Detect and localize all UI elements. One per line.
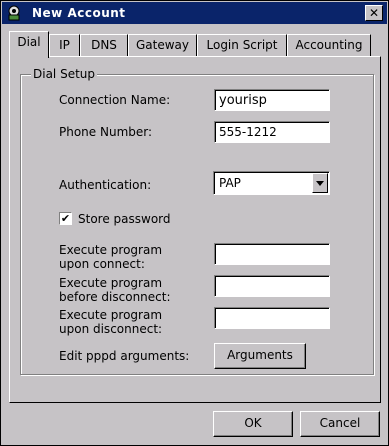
- pppd-arguments-label: Edit pppd arguments:: [59, 349, 190, 363]
- tab-label: DNS: [91, 38, 117, 52]
- close-button[interactable]: ✕: [365, 5, 383, 21]
- connection-name-field[interactable]: yourisp: [214, 89, 330, 111]
- tab-label: IP: [59, 38, 70, 52]
- phone-number-field[interactable]: 555-1212: [214, 121, 330, 143]
- button-label: OK: [244, 416, 262, 430]
- tab-label: Accounting: [295, 38, 363, 52]
- ok-button[interactable]: OK: [213, 411, 293, 437]
- connection-name-label: Connection Name:: [59, 93, 171, 107]
- exec-disconnect-field[interactable]: [214, 307, 330, 329]
- check-icon: ✔: [60, 212, 71, 225]
- button-label: Arguments: [227, 348, 293, 362]
- tab-label: Gateway: [135, 38, 189, 52]
- tab-label: Dial: [17, 35, 41, 49]
- select-value: PAP: [219, 176, 241, 190]
- exec-before-disconnect-field[interactable]: [214, 275, 330, 297]
- tab-dns[interactable]: DNS: [80, 34, 128, 56]
- authentication-select[interactable]: PAP: [213, 171, 330, 195]
- tab-ip[interactable]: IP: [49, 34, 80, 56]
- tab-label: Login Script: [206, 38, 278, 52]
- phone-number-label: Phone Number:: [59, 125, 153, 139]
- window-title: New Account: [32, 6, 126, 20]
- close-icon: ✕: [368, 6, 380, 20]
- exec-before-disconnect-label-line2: before disconnect:: [59, 290, 171, 304]
- exec-disconnect-label-line2: upon disconnect:: [59, 322, 163, 336]
- tab-accounting[interactable]: Accounting: [287, 34, 371, 56]
- kppp-app-icon: [8, 5, 20, 21]
- tab-login-script[interactable]: Login Script: [197, 34, 287, 56]
- exec-connect-label-line1: Execute program: [59, 243, 163, 257]
- cancel-button[interactable]: Cancel: [300, 411, 380, 437]
- exec-connect-label-line2: upon connect:: [59, 257, 145, 271]
- title-bar[interactable]: New Account ✕: [2, 2, 387, 24]
- authentication-label: Authentication:: [59, 178, 152, 192]
- field-value: 555-1212: [219, 125, 277, 139]
- tab-dial[interactable]: Dial: [9, 31, 49, 58]
- store-password-label: Store password: [78, 212, 171, 226]
- chevron-down-icon[interactable]: [312, 173, 328, 193]
- exec-disconnect-label-line1: Execute program: [59, 308, 163, 322]
- field-value: yourisp: [219, 93, 267, 108]
- tab-gateway[interactable]: Gateway: [128, 34, 197, 56]
- exec-connect-field[interactable]: [214, 243, 330, 265]
- new-account-dialog: New Account ✕ Dial IP DNS Gateway Login …: [0, 0, 389, 446]
- group-label: Dial Setup: [31, 67, 98, 81]
- arguments-button[interactable]: Arguments: [214, 343, 306, 369]
- exec-before-disconnect-label-line1: Execute program: [59, 276, 163, 290]
- button-label: Cancel: [319, 416, 361, 430]
- store-password-checkbox[interactable]: ✔: [59, 212, 72, 225]
